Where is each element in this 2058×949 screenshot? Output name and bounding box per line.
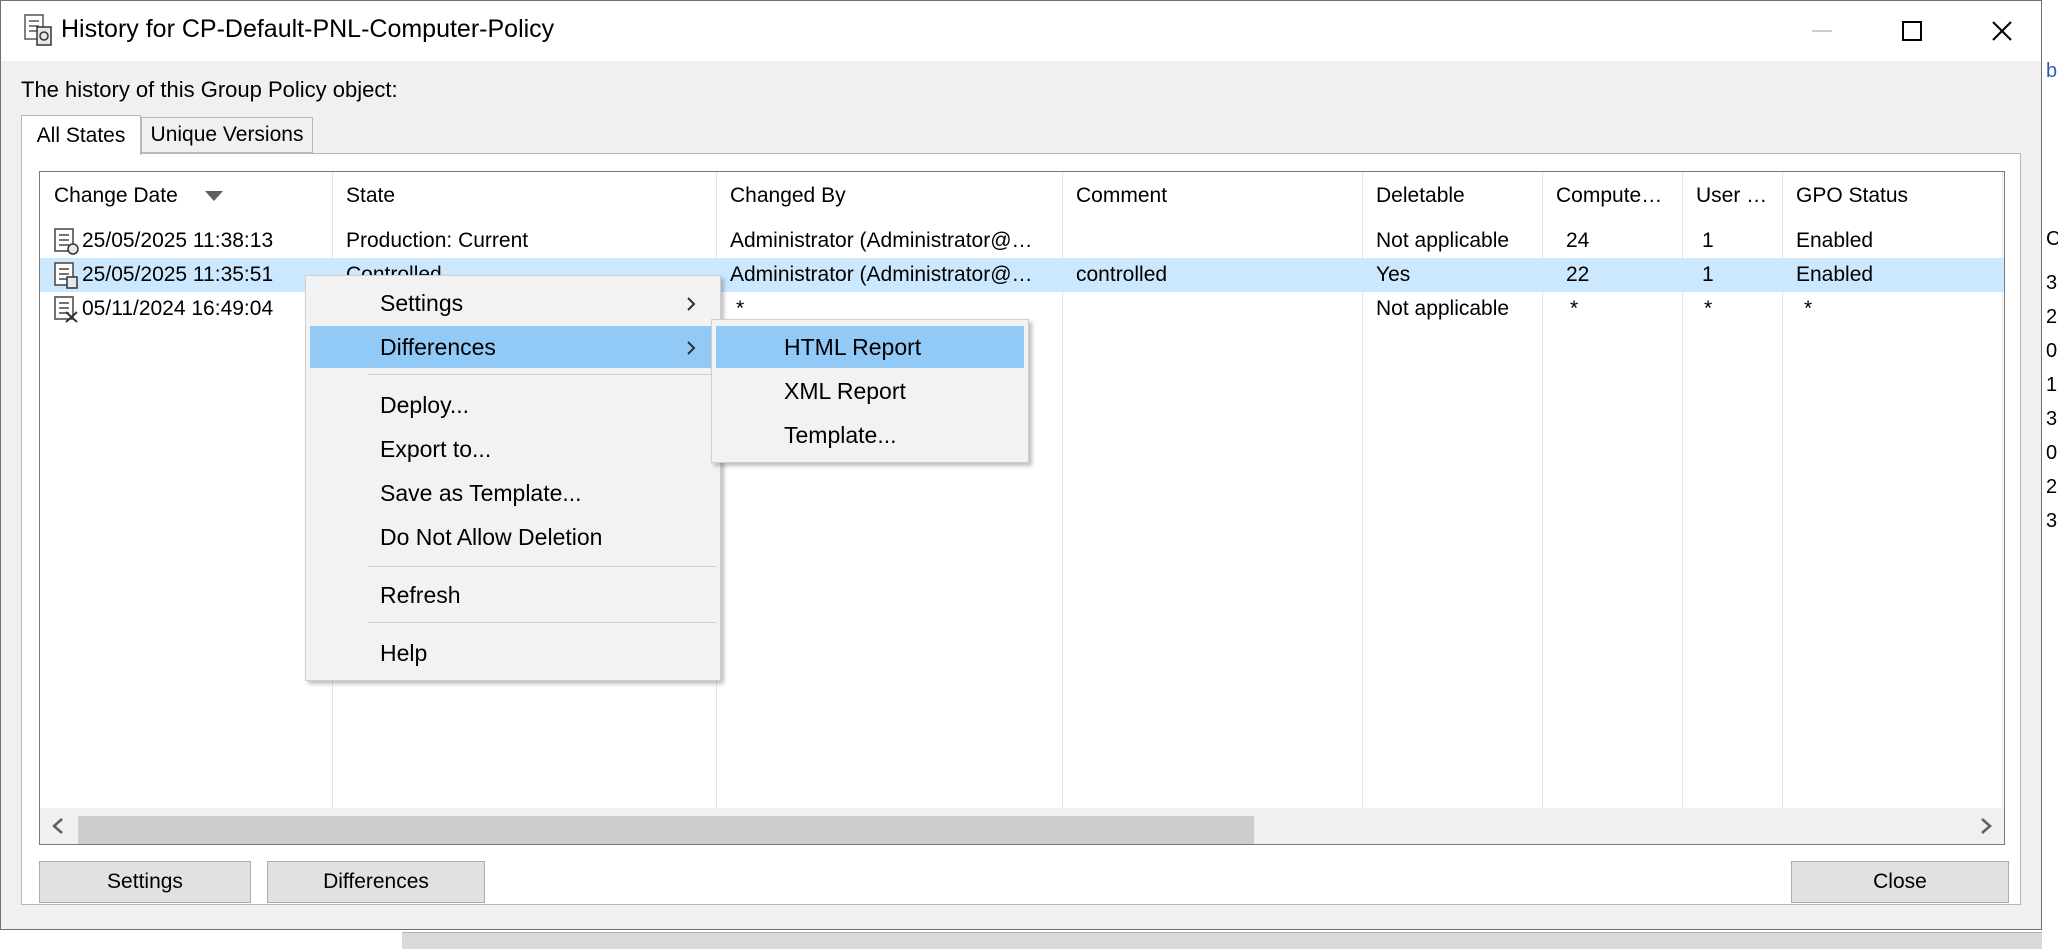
title-bar[interactable]: History for CP-Default-PNL-Computer-Poli… <box>1 1 2041 61</box>
scroll-left-arrow-icon[interactable] <box>40 808 76 844</box>
cell-state: Production: Current <box>332 224 716 258</box>
submenu-item-xml-report[interactable]: XML Report <box>716 370 1024 412</box>
background-window-edge: b C 3 2 0 1 3 0 2 3 <box>2044 0 2058 948</box>
close-icon <box>1991 20 2013 42</box>
cell-changed-by: Administrator (Administrator@… <box>716 258 1062 292</box>
context-menu: Settings Differences Deploy... Export to… <box>305 275 721 681</box>
cell-gpo-status: Enabled <box>1782 224 2002 258</box>
cell-change-date: 05/11/2024 16:49:04 <box>72 292 332 326</box>
scrollbar-thumb[interactable] <box>78 816 1254 844</box>
cell-deletable: Yes <box>1362 258 1542 292</box>
horizontal-scrollbar[interactable] <box>40 808 2004 844</box>
submenu-arrow-icon <box>686 296 696 312</box>
differences-submenu: HTML Report XML Report Template... <box>711 319 1029 463</box>
menu-item-refresh[interactable]: Refresh <box>310 574 716 616</box>
submenu-item-html-report[interactable]: HTML Report <box>716 326 1024 368</box>
menu-item-settings[interactable]: Settings <box>310 282 716 324</box>
column-header-gpo-status[interactable]: GPO Status <box>1782 172 2002 220</box>
menu-item-save-as-template[interactable]: Save as Template... <box>310 472 716 514</box>
close-button[interactable]: Close <box>1791 861 2009 903</box>
cell-change-date: 25/05/2025 11:38:13 <box>72 224 332 258</box>
window-title: History for CP-Default-PNL-Computer-Poli… <box>61 15 554 44</box>
column-header-user-version[interactable]: User … <box>1682 172 1782 220</box>
column-header-change-date[interactable]: Change Date <box>40 172 332 220</box>
menu-item-export-to[interactable]: Export to... <box>310 428 716 470</box>
column-header-deletable[interactable]: Deletable <box>1362 172 1542 220</box>
menu-separator <box>368 374 716 375</box>
cell-comment <box>1062 292 1362 326</box>
cell-changed-by: Administrator (Administrator@… <box>716 224 1062 258</box>
cell-computer-version: 24 <box>1542 224 1682 258</box>
tab-unique-versions[interactable]: Unique Versions <box>141 117 313 153</box>
table-row[interactable]: 25/05/2025 11:38:13 Production: Current … <box>40 224 2005 258</box>
cell-deletable: Not applicable <box>1362 224 1542 258</box>
minimize-icon <box>1811 20 1833 42</box>
column-header-comment[interactable]: Comment <box>1062 172 1362 220</box>
cell-gpo-status: * <box>1782 292 2002 326</box>
menu-separator <box>368 622 716 623</box>
column-header-computer-version[interactable]: Compute… <box>1542 172 1682 220</box>
submenu-item-template[interactable]: Template... <box>716 414 1024 456</box>
minimize-button[interactable] <box>1777 1 1867 61</box>
cell-change-date: 25/05/2025 11:35:51 <box>72 258 332 292</box>
cell-computer-version: 22 <box>1542 258 1682 292</box>
cell-comment <box>1062 224 1362 258</box>
sort-descending-icon <box>204 190 224 202</box>
history-dialog: History for CP-Default-PNL-Computer-Poli… <box>0 0 2042 930</box>
cell-user-version: * <box>1682 292 1782 326</box>
cell-user-version: 1 <box>1682 258 1782 292</box>
menu-item-deploy[interactable]: Deploy... <box>310 384 716 426</box>
cell-comment: controlled <box>1062 258 1362 292</box>
maximize-button[interactable] <box>1867 1 1957 61</box>
cell-gpo-status: Enabled <box>1782 258 2002 292</box>
tab-all-states[interactable]: All States <box>21 115 141 155</box>
menu-separator <box>368 566 716 567</box>
close-window-button[interactable] <box>1957 1 2047 61</box>
cell-deletable: Not applicable <box>1362 292 1542 326</box>
submenu-arrow-icon <box>686 340 696 356</box>
scroll-right-arrow-icon[interactable] <box>1968 808 2004 844</box>
background-window-bottom <box>402 932 2042 949</box>
maximize-icon <box>1901 20 1923 42</box>
gpo-history-icon <box>21 13 53 47</box>
settings-button[interactable]: Settings <box>39 861 251 903</box>
history-description: The history of this Group Policy object: <box>21 77 398 103</box>
cell-user-version: 1 <box>1682 224 1782 258</box>
column-header-changed-by[interactable]: Changed By <box>716 172 1062 220</box>
differences-button[interactable]: Differences <box>267 861 485 903</box>
menu-item-differences[interactable]: Differences <box>310 326 716 368</box>
menu-item-help[interactable]: Help <box>310 632 716 674</box>
menu-item-do-not-allow-deletion[interactable]: Do Not Allow Deletion <box>310 516 716 558</box>
cell-computer-version: * <box>1542 292 1682 326</box>
column-header-state[interactable]: State <box>332 172 716 220</box>
